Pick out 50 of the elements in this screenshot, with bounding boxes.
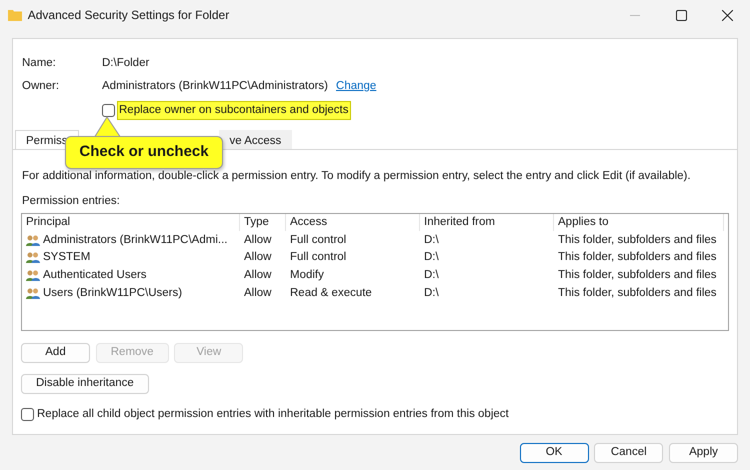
table-cell-text: This folder, subfolders and files — [557, 286, 718, 301]
table-cell-text: Modify — [289, 268, 325, 284]
table-cell-text: Allow — [243, 286, 272, 301]
dialog-button[interactable]: OK — [520, 443, 588, 463]
users-icon — [26, 288, 40, 299]
column-header[interactable]: Applies to — [554, 214, 724, 232]
table-cell-text: Administrators (BrinkW11PC\Admi... — [43, 232, 228, 248]
table-cell-text: Authenticated Users — [43, 268, 147, 284]
table-cell-text: Read & execute — [289, 286, 373, 301]
info-text: For additional information, double-click a permission entry. To modify a permission entry, select the entry and click Edit (if available). — [22, 170, 691, 182]
name-value: D:\Folder — [102, 56, 150, 71]
users-icon — [26, 234, 40, 246]
section-label: Permission entries: — [21, 194, 121, 208]
table-cell-text: D:\ — [423, 268, 440, 284]
window-title: Advanced Security Settings for Folder — [28, 7, 230, 24]
table-cell-text: Full control — [289, 232, 348, 248]
table-cell-text: This folder, subfolders and files — [557, 268, 718, 284]
checkbox[interactable] — [21, 408, 34, 421]
checkbox[interactable] — [102, 104, 115, 118]
table-cell-text: D:\ — [423, 232, 440, 248]
column-header[interactable]: Type — [240, 214, 286, 232]
checkbox-label: Replace all child object permission entries with inheritable permission entries from this object — [37, 406, 509, 422]
table-cell-text: D:\ — [423, 286, 440, 301]
table-cell-text: This folder, subfolders and files — [557, 250, 718, 266]
users-icon — [26, 270, 40, 282]
change-link[interactable]: Change — [336, 78, 376, 96]
users-icon — [26, 252, 40, 264]
table-cell-text: Users (BrinkW11PC\Users) — [43, 286, 182, 301]
folder-icon — [8, 9, 22, 21]
table-cell-text: Allow — [243, 268, 272, 284]
table-cell-text: Allow — [243, 232, 272, 248]
field-label: Owner: — [22, 79, 60, 94]
table-cell-text: SYSTEM — [43, 250, 90, 266]
table-cell-text: Allow — [243, 250, 272, 266]
owner-value: Administrators (BrinkW11PC\Administrators) — [102, 79, 328, 94]
checkbox-label: Replace owner on subcontainers and objects — [117, 101, 351, 120]
field-label: Name: — [22, 56, 57, 71]
column-header[interactable]: Access — [286, 214, 420, 232]
table-cell-text: This folder, subfolders and files — [557, 232, 718, 248]
table-cell-text: Full control — [289, 250, 348, 266]
disable-inheritance-button[interactable]: Disable inheritance — [21, 374, 149, 394]
dialog-button[interactable]: Cancel — [594, 443, 664, 463]
column-header[interactable]: Principal — [22, 214, 240, 232]
column-header[interactable]: Inherited from — [420, 214, 554, 232]
maximize-icon[interactable] — [676, 10, 686, 20]
close-icon[interactable] — [722, 10, 732, 20]
entry-button[interactable]: Add — [21, 342, 90, 363]
table-cell-text: D:\ — [423, 250, 440, 266]
dialog-button[interactable]: Apply — [669, 443, 738, 463]
tab[interactable]: ve Access — [218, 130, 292, 150]
